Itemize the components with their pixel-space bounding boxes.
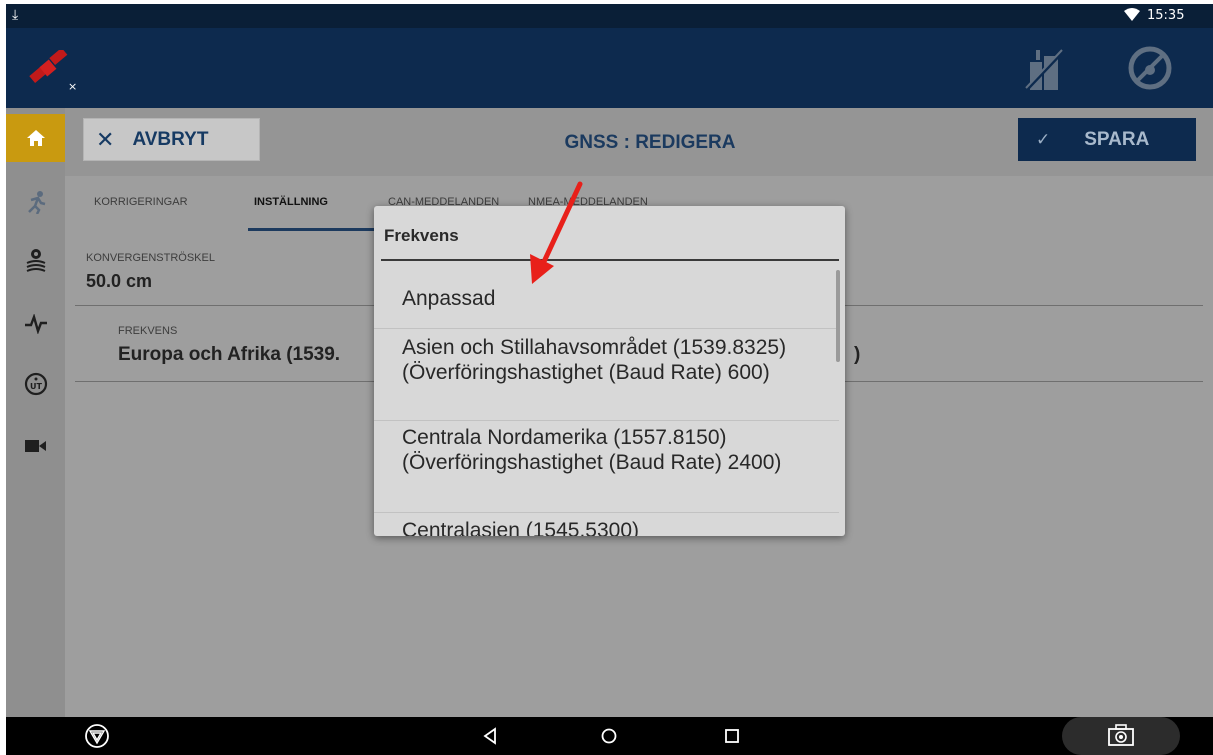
option-separator	[374, 328, 839, 329]
page-title: GNSS : REDIGERA	[564, 132, 736, 153]
ut-icon: UT	[24, 372, 47, 396]
dialog-title: Frekvens	[384, 226, 459, 245]
status-bar: ⤓ 15:35	[6, 4, 1213, 28]
convergence-value[interactable]: 50.0 cm	[86, 271, 152, 292]
svg-text:×: ×	[68, 80, 77, 92]
dialog-title-rule	[381, 259, 839, 261]
satellite-disconnected-icon: ×	[29, 50, 77, 92]
frequency-label: FREKVENS	[118, 325, 178, 337]
implement-disabled-icon[interactable]	[1024, 48, 1064, 92]
running-man-icon	[27, 191, 45, 214]
download-icon: ⤓	[12, 6, 19, 22]
tab-corrections[interactable]: KORRIGERINGAR	[94, 196, 188, 208]
camera-icon	[1108, 724, 1134, 746]
system-nav-bar	[6, 717, 1213, 755]
home-nav-icon[interactable]	[596, 723, 622, 749]
cancel-button[interactable]: ✕ AVBRYT	[83, 118, 260, 161]
frequency-value-tail: )	[854, 344, 861, 365]
home-icon	[26, 130, 45, 146]
pulse-icon	[24, 314, 47, 334]
tab-settings[interactable]: INSTÄLLNING	[254, 196, 328, 208]
save-button-label: SPARA	[1084, 128, 1150, 150]
option-asia-pacific[interactable]: Asien och Stillahavsområdet (1539.8325) …	[402, 335, 812, 385]
convergence-label: KONVERGENSTRÖSKEL	[86, 252, 215, 264]
check-icon: ✓	[1036, 129, 1051, 149]
action-bar: ✕ AVBRYT GNSS : REDIGERA ✓ SPARA	[65, 108, 1213, 176]
video-camera-icon	[24, 440, 46, 452]
option-separator	[374, 512, 839, 513]
back-icon[interactable]	[480, 723, 500, 749]
steering-disabled-icon[interactable]	[1128, 46, 1172, 90]
frequency-value[interactable]: Europa och Afrika (1539.	[118, 344, 340, 366]
close-icon: ✕	[96, 126, 115, 152]
nav-utility[interactable]: UT	[6, 360, 65, 408]
frequency-dialog: Frekvens Anpassad Asien och Stillahavsom…	[374, 206, 845, 536]
option-separator	[374, 420, 839, 421]
nav-operations[interactable]	[6, 178, 65, 226]
cancel-button-label: AVBRYT	[132, 128, 209, 150]
screenshot-button[interactable]	[1062, 717, 1180, 755]
side-nav: UT	[6, 108, 65, 717]
trimble-logo-icon[interactable]	[84, 723, 110, 749]
nav-camera[interactable]	[6, 422, 65, 470]
option-central-asia[interactable]: Centralasien (1545.5300)	[402, 518, 812, 536]
wifi-icon	[1124, 8, 1140, 21]
nav-home[interactable]	[6, 114, 65, 162]
option-central-north-america[interactable]: Centrala Nordamerika (1557.8150) (Överfö…	[402, 425, 812, 475]
nav-diagnostics[interactable]	[6, 300, 65, 348]
recents-icon[interactable]	[720, 723, 744, 749]
active-tab-indicator	[248, 228, 380, 231]
option-custom[interactable]: Anpassad	[402, 286, 812, 311]
gear-layers-icon	[26, 249, 45, 272]
app-bar: ×	[6, 28, 1213, 108]
nav-settings[interactable]	[6, 236, 65, 284]
clock: 15:35	[1147, 8, 1185, 23]
svg-text:UT: UT	[30, 382, 42, 391]
save-button[interactable]: ✓ SPARA	[1018, 118, 1196, 161]
dialog-scrollbar[interactable]	[836, 270, 840, 362]
